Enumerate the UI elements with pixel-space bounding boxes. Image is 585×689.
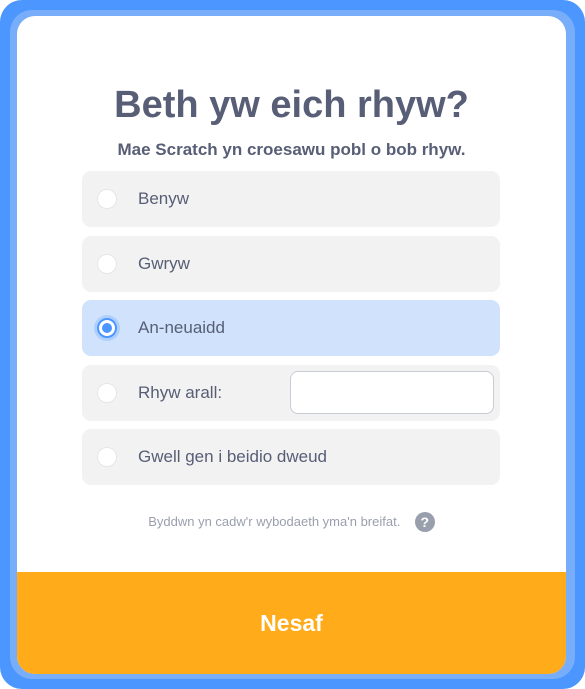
- dialog-subtitle: Mae Scratch yn croesawu pobl o bob rhyw.: [117, 140, 466, 159]
- dialog-frame: Beth yw eich rhyw? Mae Scratch yn croesa…: [0, 0, 585, 689]
- radio-female[interactable]: [97, 189, 117, 209]
- option-female-label: Benyw: [138, 189, 190, 208]
- option-other-label: Rhyw arall:: [138, 382, 223, 402]
- privacy-text: Byddwn yn cadw'r wybodaeth yma'n breifat…: [148, 514, 401, 529]
- dialog-card: Beth yw eich rhyw? Mae Scratch yn croesa…: [17, 16, 566, 674]
- option-non-binary-label: An-neuaidd: [138, 318, 225, 337]
- option-male-label: Gwryw: [138, 253, 190, 273]
- next-button[interactable]: Nesaf: [17, 572, 566, 674]
- radio-other[interactable]: [97, 382, 117, 403]
- dialog-title: Beth yw eich rhyw?: [114, 84, 469, 126]
- other-gender-input[interactable]: [290, 370, 494, 414]
- gender-options: Benyw Gwryw An-neuaidd Rhyw arall: Gwell…: [82, 171, 500, 494]
- radio-non-binary[interactable]: [97, 318, 117, 338]
- radio-prefer-not-to-say[interactable]: [97, 447, 117, 467]
- radio-selected-dot: [102, 323, 112, 333]
- option-male[interactable]: Gwryw: [82, 235, 500, 292]
- option-prefer-not-to-say[interactable]: Gwell gen i beidio dweud: [82, 429, 500, 485]
- option-other[interactable]: Rhyw arall:: [82, 364, 500, 421]
- option-non-binary[interactable]: An-neuaidd: [82, 300, 500, 356]
- radio-male[interactable]: [97, 253, 117, 274]
- option-prefer-not-to-say-label: Gwell gen i beidio dweud: [138, 447, 328, 466]
- privacy-note: Byddwn yn cadw'r wybodaeth yma'n breifat…: [17, 512, 566, 536]
- option-female[interactable]: Benyw: [82, 171, 500, 227]
- question-mark-icon[interactable]: ?: [414, 512, 435, 532]
